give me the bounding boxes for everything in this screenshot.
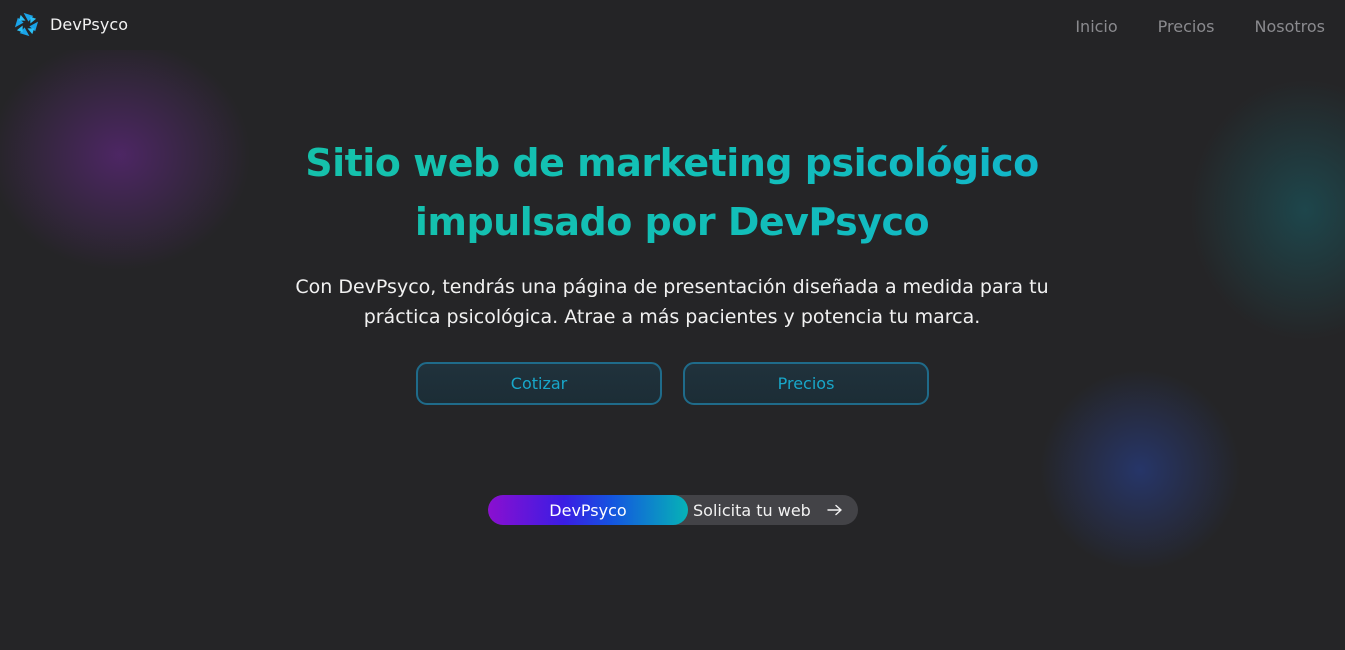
- page: DevPsyco Inicio Precios Nosotros Sitio w…: [0, 0, 1345, 650]
- nav-item-nosotros[interactable]: Nosotros: [1254, 17, 1325, 36]
- hero-title-line-2: impulsado por DevPsyco: [414, 200, 930, 244]
- hero-title-line-1: Sitio web de marketing psicológico: [305, 141, 1039, 185]
- nav-item-inicio[interactable]: Inicio: [1075, 17, 1117, 36]
- precios-button[interactable]: Precios: [683, 362, 929, 405]
- brand-home-link[interactable]: DevPsyco: [13, 11, 128, 38]
- background-glow-blue: [1040, 370, 1240, 570]
- request-web-pill-link[interactable]: DevPsyco Solicita tu web: [488, 495, 858, 525]
- pill-text: Solicita tu web: [693, 500, 811, 520]
- top-navbar: DevPsyco Inicio Precios Nosotros: [0, 0, 1345, 50]
- hero-subtitle-line-1: Con DevPsyco, tendrás una página de pres…: [295, 276, 1049, 298]
- background-glow-teal: [1190, 80, 1345, 340]
- brand-name: DevPsyco: [50, 15, 129, 34]
- cotizar-button[interactable]: Cotizar: [416, 362, 662, 405]
- hero-title: Sitio web de marketing psicológico impul…: [172, 134, 1172, 252]
- hero-subtitle: Con DevPsyco, tendrás una página de pres…: [272, 272, 1072, 332]
- nav-item-precios[interactable]: Precios: [1158, 17, 1215, 36]
- pill-brand-badge: DevPsyco: [488, 495, 688, 525]
- hero-subtitle-line-2: práctica psicológica. Atrae a más pacien…: [363, 306, 981, 328]
- arrow-right-icon: [827, 504, 842, 516]
- main-nav: Inicio Precios Nosotros: [1075, 17, 1325, 36]
- devpsyco-logo-icon: [14, 12, 39, 37]
